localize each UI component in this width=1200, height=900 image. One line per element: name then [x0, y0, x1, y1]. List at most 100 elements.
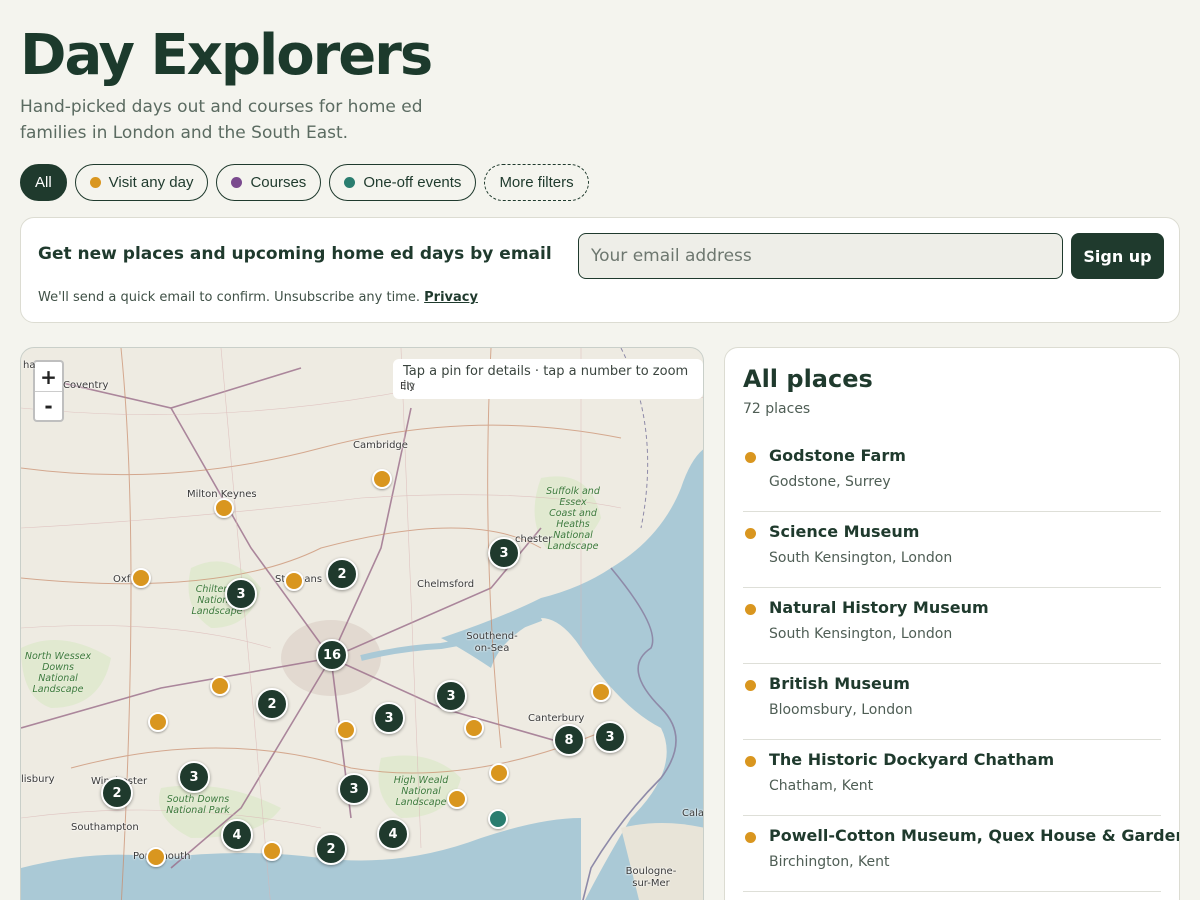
map-cluster[interactable]: 2 — [326, 558, 358, 590]
map-cluster[interactable]: 16 — [316, 639, 348, 671]
places-list: Godstone Farm Godstone, Surrey Science M… — [743, 436, 1179, 892]
courses-dot-icon — [231, 177, 243, 188]
map-cluster[interactable]: 4 — [377, 818, 409, 850]
page-subtitle: Hand-picked days out and courses for hom… — [20, 97, 423, 143]
map-cluster[interactable]: 3 — [488, 537, 520, 569]
place-location: Birchington, Kent — [769, 854, 890, 870]
map[interactable]: + - Tap a pin for details · tap a number… — [20, 347, 704, 900]
filter-courses[interactable]: Courses — [216, 164, 322, 201]
park-label: High Weald National Landscape — [393, 775, 449, 808]
map-pin-visit[interactable] — [131, 568, 151, 588]
place-name: Godstone Farm — [769, 446, 906, 465]
place-location: Godstone, Surrey — [769, 474, 891, 490]
map-label: ha — [23, 360, 36, 371]
map-pin-visit[interactable] — [372, 469, 392, 489]
visit-dot-icon — [745, 756, 756, 767]
filter-courses-label: Courses — [250, 174, 307, 191]
place-name: Natural History Museum — [769, 598, 989, 617]
filter-visit-any-day[interactable]: Visit any day — [74, 164, 209, 201]
list-title: All places — [743, 365, 873, 393]
map-pin-visit[interactable] — [336, 720, 356, 740]
map-cluster[interactable]: 2 — [315, 833, 347, 865]
events-dot-icon — [344, 177, 356, 188]
filter-all[interactable]: All — [20, 164, 67, 201]
zoom-in-button[interactable]: + — [35, 362, 62, 391]
filter-visit-label: Visit any day — [108, 174, 194, 191]
visit-dot-icon — [745, 832, 756, 843]
filter-more-label: More filters — [499, 174, 574, 191]
place-name: Science Museum — [769, 522, 920, 541]
filter-events-label: One-off events — [363, 174, 462, 191]
map-cluster[interactable]: 8 — [553, 724, 585, 756]
map-cluster[interactable]: 2 — [101, 777, 133, 809]
list-item[interactable]: Powell-Cotton Museum, Quex House & Garde… — [743, 816, 1179, 892]
place-location: Bloomsbury, London — [769, 702, 913, 718]
zoom-control: + - — [33, 360, 64, 422]
page-title: Day Explorers — [20, 23, 433, 88]
map-label: Chelmsford — [417, 579, 475, 590]
park-label: Suffolk and Essex Coast and Heaths Natio… — [546, 486, 600, 552]
signup-note: We'll send a quick email to confirm. Uns… — [38, 290, 478, 305]
map-cluster[interactable]: 3 — [373, 702, 405, 734]
signup-heading: Get new places and upcoming home ed days… — [38, 244, 552, 264]
map-pin-visit[interactable] — [489, 763, 509, 783]
email-input[interactable] — [578, 233, 1063, 279]
map-label: Cambridge — [353, 440, 408, 451]
map-pin-visit[interactable] — [262, 841, 282, 861]
list-item[interactable]: The Historic Dockyard Chatham Chatham, K… — [743, 740, 1161, 816]
map-label: lisbury — [21, 774, 55, 785]
map-cluster[interactable]: 3 — [338, 773, 370, 805]
map-cluster[interactable]: 3 — [225, 578, 257, 610]
signup-note-text: We'll send a quick email to confirm. Uns… — [38, 290, 420, 305]
privacy-link[interactable]: Privacy — [424, 290, 478, 305]
list-item[interactable]: British Museum Bloomsbury, London — [743, 664, 1161, 740]
map-label: Calai — [682, 808, 704, 819]
map-pin-event[interactable] — [488, 809, 508, 829]
filter-bar: All Visit any day Courses One-off events… — [20, 164, 589, 201]
list-item[interactable]: Godstone Farm Godstone, Surrey — [743, 436, 1161, 512]
map-cluster[interactable]: 3 — [435, 680, 467, 712]
map-base — [21, 348, 703, 900]
map-label: Southampton — [71, 822, 139, 833]
map-label: Boulogne-sur-Mer — [625, 866, 677, 889]
place-name: British Museum — [769, 674, 910, 693]
filter-one-off-events[interactable]: One-off events — [329, 164, 477, 201]
list-item[interactable]: Natural History Museum South Kensington,… — [743, 588, 1161, 664]
map-label: Oxf — [113, 574, 131, 585]
park-label: North Wessex Downs National Landscape — [24, 651, 92, 695]
map-hint: Tap a pin for details · tap a number to … — [393, 359, 703, 399]
map-pin-visit[interactable] — [210, 676, 230, 696]
visit-dot-icon — [745, 528, 756, 539]
map-pin-visit[interactable] — [464, 718, 484, 738]
map-pin-visit[interactable] — [284, 571, 304, 591]
map-label: Ely — [400, 381, 416, 392]
filter-more[interactable]: More filters — [484, 164, 589, 201]
map-label: Canterbury — [528, 713, 585, 724]
place-location: South Kensington, London — [769, 550, 953, 566]
place-name: The Historic Dockyard Chatham — [769, 750, 1055, 769]
map-cluster[interactable]: 2 — [256, 688, 288, 720]
map-cluster[interactable]: 4 — [221, 819, 253, 851]
list-item[interactable]: Science Museum South Kensington, London — [743, 512, 1161, 588]
visit-dot-icon — [89, 177, 101, 188]
list-count: 72 places — [743, 401, 811, 417]
email-signup-panel: Get new places and upcoming home ed days… — [20, 217, 1180, 323]
map-label: Coventry — [63, 380, 109, 391]
park-label: South Downs National Park — [166, 794, 230, 816]
sign-up-button[interactable]: Sign up — [1071, 233, 1164, 279]
zoom-out-button[interactable]: - — [35, 391, 62, 420]
map-pin-visit[interactable] — [146, 847, 166, 867]
map-label: Southend-on-Sea — [466, 631, 518, 654]
place-name: Powell-Cotton Museum, Quex House & Garde… — [769, 826, 1180, 845]
map-pin-visit[interactable] — [214, 498, 234, 518]
map-pin-visit[interactable] — [591, 682, 611, 702]
place-location: South Kensington, London — [769, 626, 953, 642]
visit-dot-icon — [745, 452, 756, 463]
map-pin-visit[interactable] — [148, 712, 168, 732]
filter-all-label: All — [35, 174, 52, 191]
map-cluster[interactable]: 3 — [178, 761, 210, 793]
map-pin-visit[interactable] — [447, 789, 467, 809]
map-cluster[interactable]: 3 — [594, 721, 626, 753]
visit-dot-icon — [745, 680, 756, 691]
visit-dot-icon — [745, 604, 756, 615]
